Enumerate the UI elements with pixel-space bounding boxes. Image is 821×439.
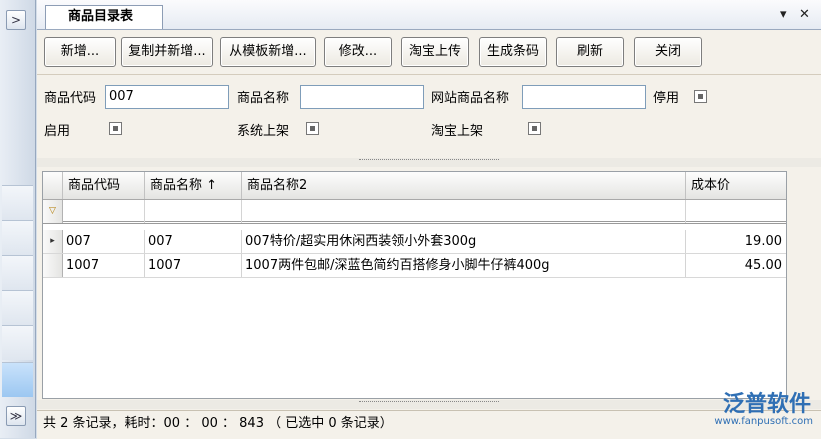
header-cost[interactable]: 成本价 — [686, 172, 786, 199]
brand-logo: 泛普软件 — [722, 392, 811, 417]
cell-name[interactable]: 007 — [145, 230, 242, 253]
site-name-input[interactable] — [522, 85, 646, 109]
filter-row: ▽ — [43, 200, 786, 224]
template-new-button[interactable]: 从模板新增... — [220, 37, 316, 67]
filter-splitter[interactable] — [37, 158, 821, 167]
header-name2[interactable]: 商品名称2 — [242, 172, 686, 199]
tab-bar: 商品目录表 ▾ ✕ — [37, 0, 821, 30]
filter-panel: 商品代码 007 商品名称 网站商品名称 停用 启用 系统上架 淘宝上架 — [37, 75, 821, 160]
nav-slot-2[interactable] — [2, 220, 33, 255]
filter-icon[interactable]: ▽ — [43, 200, 63, 223]
taobao-listed-checkbox[interactable] — [528, 122, 541, 135]
close-button[interactable]: 关闭 — [634, 37, 702, 67]
name-label: 商品名称 — [237, 91, 290, 106]
filter-cell-name2[interactable] — [242, 200, 686, 223]
table-row[interactable]: ▸ 007 007 007特价/超实用休闲西装领小外套300g 19.00 — [43, 230, 786, 254]
tab-menu-icon[interactable]: ▾ — [780, 7, 787, 22]
left-nav-bar: > ≫ — [0, 0, 36, 438]
enabled-label: 启用 — [44, 124, 71, 139]
main-window: 商品目录表 ▾ ✕ 新增... 复制并新增... 从模板新增... 修改... … — [37, 0, 821, 439]
filter-cell-code[interactable] — [63, 200, 145, 223]
cell-cost[interactable]: 19.00 — [686, 230, 786, 253]
status-text: 共 2 条记录，耗时：00 ： 00 ： 843 （ 已选中 0 条记录） — [43, 416, 393, 431]
header-name[interactable]: 商品名称 ↑ — [145, 172, 242, 199]
toolbar: 新增... 复制并新增... 从模板新增... 修改... 淘宝上传 生成条码 … — [37, 30, 821, 75]
header-corner — [43, 172, 63, 199]
nav-slot-4[interactable] — [2, 290, 33, 325]
new-button[interactable]: 新增... — [44, 37, 116, 67]
taobao-listed-label: 淘宝上架 — [431, 124, 484, 139]
filter-cell-cost[interactable] — [686, 200, 786, 223]
generate-barcode-button[interactable]: 生成条码 — [479, 37, 547, 67]
nav-slot-3[interactable] — [2, 255, 33, 290]
enabled-checkbox[interactable] — [109, 122, 122, 135]
table-row[interactable]: 1007 1007 1007两件包邮/深蓝色简约百搭修身小脚牛仔裤400g 45… — [43, 254, 786, 278]
disabled-checkbox[interactable] — [694, 90, 707, 103]
status-bar: 共 2 条记录，耗时：00 ： 00 ： 843 （ 已选中 0 条记录） — [37, 410, 821, 439]
product-grid: 商品代码 商品名称 ↑ 商品名称2 成本价 ▽ ▸ 007 007 007特价/… — [42, 171, 787, 399]
system-listed-checkbox[interactable] — [306, 122, 319, 135]
row-indicator[interactable] — [43, 254, 63, 277]
copy-new-button[interactable]: 复制并新增... — [121, 37, 213, 67]
system-listed-label: 系统上架 — [237, 124, 290, 139]
cell-code[interactable]: 007 — [63, 230, 145, 253]
grid-header: 商品代码 商品名称 ↑ 商品名称2 成本价 — [43, 172, 786, 200]
disabled-label: 停用 — [653, 91, 680, 106]
splitter-grip-icon — [359, 159, 499, 166]
header-code[interactable]: 商品代码 — [63, 172, 145, 199]
cell-code[interactable]: 1007 — [63, 254, 145, 277]
tab-product-catalog[interactable]: 商品目录表 — [45, 5, 163, 29]
brand-url: www.fanpusoft.com — [714, 416, 813, 427]
cell-name2[interactable]: 007特价/超实用休闲西装领小外套300g — [242, 230, 686, 253]
site-name-label: 网站商品名称 — [431, 91, 510, 106]
code-label: 商品代码 — [44, 91, 97, 106]
nav-slot-5[interactable] — [2, 325, 33, 360]
cell-name2[interactable]: 1007两件包邮/深蓝色简约百搭修身小脚牛仔裤400g — [242, 254, 686, 277]
edit-button[interactable]: 修改... — [324, 37, 392, 67]
filter-cell-name[interactable] — [145, 200, 242, 223]
row-indicator-icon[interactable]: ▸ — [43, 230, 63, 253]
close-icon[interactable]: ✕ — [799, 7, 810, 22]
cell-name[interactable]: 1007 — [145, 254, 242, 277]
code-input[interactable]: 007 — [105, 85, 229, 109]
nav-slot-1[interactable] — [2, 185, 33, 220]
collapse-nav-button[interactable]: ≫ — [6, 406, 26, 426]
cell-cost[interactable]: 45.00 — [686, 254, 786, 277]
taobao-upload-button[interactable]: 淘宝上传 — [401, 37, 469, 67]
expand-nav-button[interactable]: > — [6, 10, 26, 30]
refresh-button[interactable]: 刷新 — [556, 37, 624, 67]
splitter-grip-icon — [359, 401, 499, 408]
nav-slot-active[interactable] — [2, 362, 33, 397]
name-input[interactable] — [300, 85, 424, 109]
grid-splitter[interactable] — [37, 400, 821, 409]
